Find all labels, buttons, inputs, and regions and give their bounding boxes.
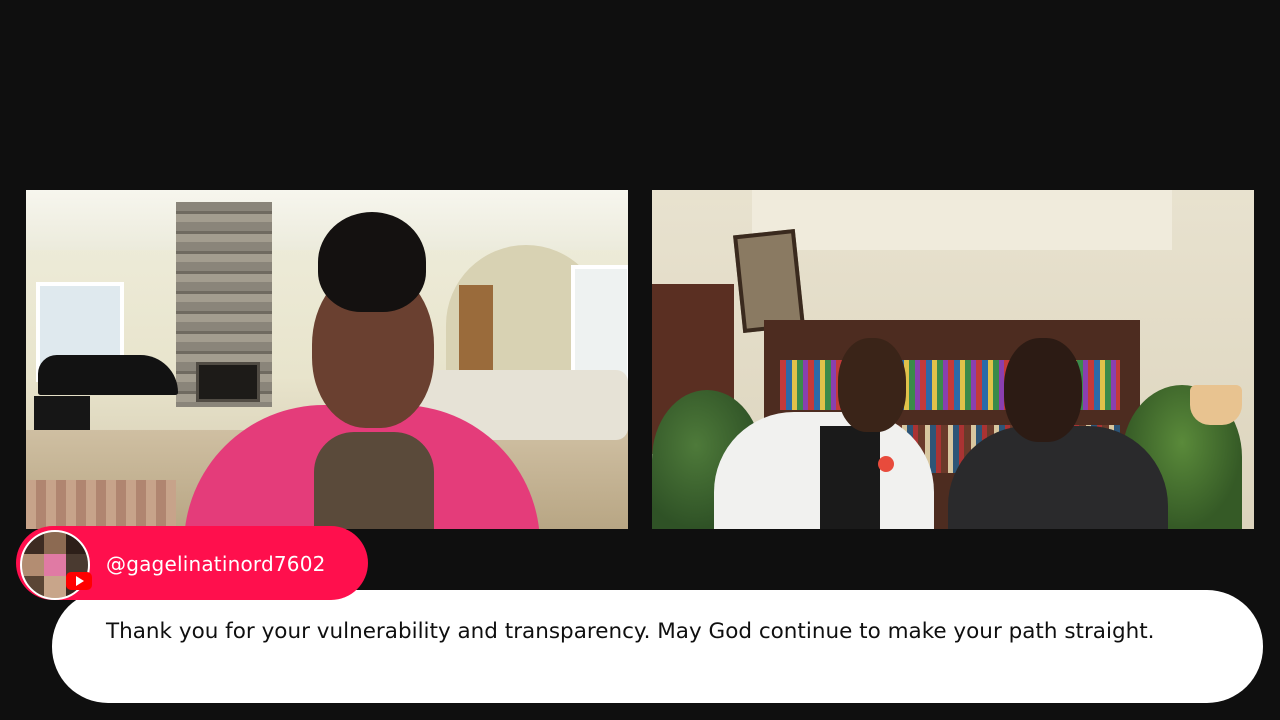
table-lamp bbox=[1190, 385, 1242, 425]
participant-hair bbox=[318, 212, 426, 312]
avatar-tile bbox=[44, 576, 66, 598]
author-handle[interactable]: @gagelinatinord7602 bbox=[106, 549, 326, 579]
fireplace-hearth bbox=[196, 362, 260, 402]
grand-piano bbox=[38, 355, 178, 395]
wooden-door bbox=[459, 285, 493, 373]
avatar-tile bbox=[66, 532, 88, 554]
comment-bubble: Thank you for your vulnerability and tra… bbox=[52, 590, 1263, 703]
wall-picture-frame bbox=[733, 229, 805, 333]
youtube-icon bbox=[66, 572, 92, 590]
participant-face bbox=[1004, 338, 1082, 442]
avatar-tile bbox=[44, 554, 66, 576]
video-feed-right bbox=[652, 190, 1254, 529]
lapel-flower bbox=[878, 456, 894, 472]
area-rug bbox=[26, 480, 176, 529]
participant-blouse bbox=[314, 432, 434, 529]
participant-shirt bbox=[820, 426, 880, 529]
avatar-tile bbox=[44, 532, 66, 554]
comment-text: Thank you for your vulnerability and tra… bbox=[106, 619, 1155, 644]
participant-top bbox=[948, 426, 1168, 529]
participant-face bbox=[838, 338, 906, 432]
room-ceiling bbox=[752, 190, 1172, 250]
avatar-tile bbox=[22, 576, 44, 598]
avatar-tile bbox=[22, 532, 44, 554]
video-feed-left bbox=[26, 190, 628, 529]
avatar-tile bbox=[22, 554, 44, 576]
stream-stage: Thank you for your vulnerability and tra… bbox=[0, 0, 1280, 720]
